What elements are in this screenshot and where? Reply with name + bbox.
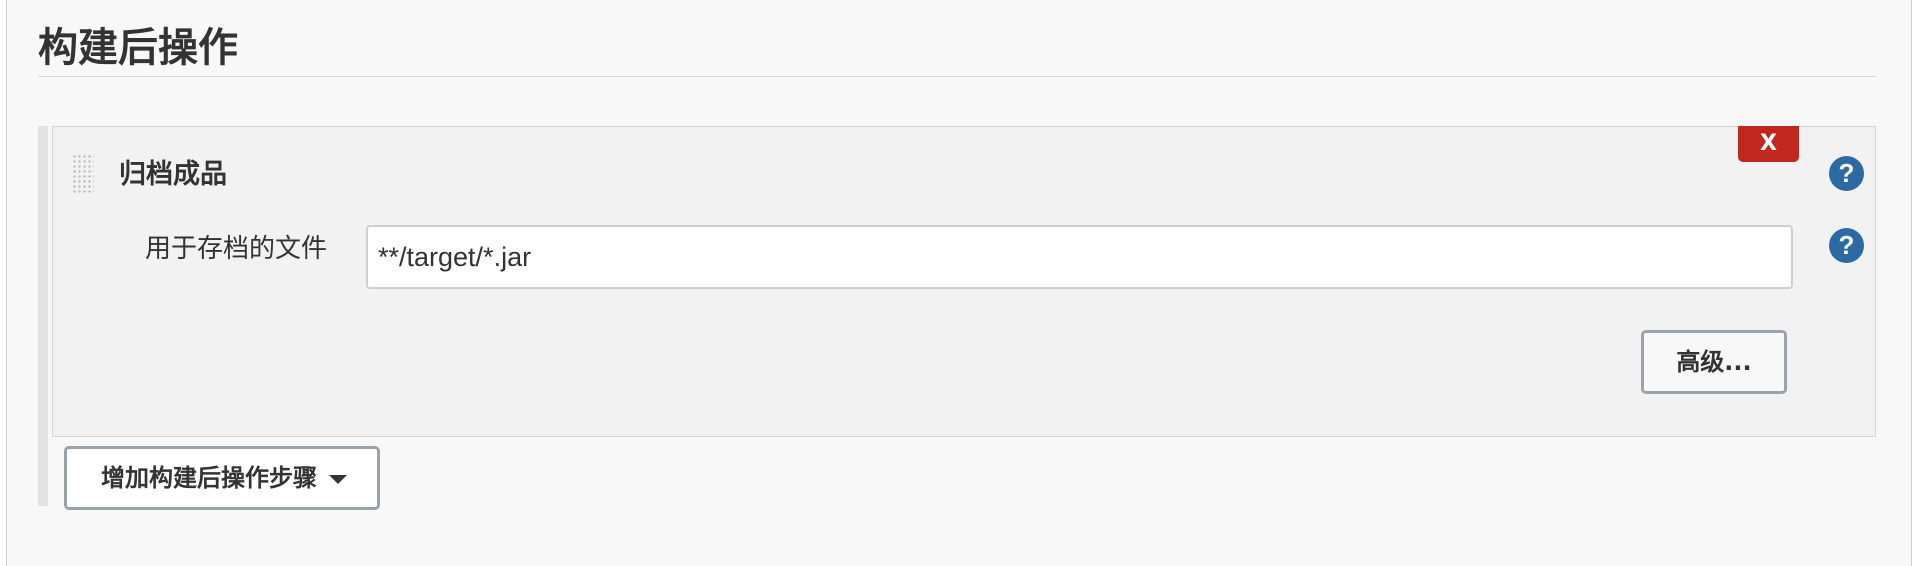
add-post-build-step-button[interactable]: 增加构建后操作步骤: [64, 446, 380, 510]
section-title: 构建后操作: [38, 25, 238, 71]
advanced-button[interactable]: 高级...: [1641, 330, 1787, 394]
step-title: 归档成品: [119, 159, 227, 190]
post-build-step-archive: 归档成品 X 用于存档的文件 高级...: [52, 126, 1876, 437]
delete-step-button[interactable]: X: [1738, 126, 1799, 162]
caret-down-icon: [329, 474, 347, 484]
section-divider: [38, 76, 1877, 77]
help-icon[interactable]: ?: [1829, 228, 1864, 263]
page-container: 构建后操作 归档成品 X 用于存档的文件 高级... ? ? 增加构建后操作步骤: [6, 0, 1912, 566]
add-step-label: 增加构建后操作步骤: [101, 464, 317, 492]
drag-handle-icon[interactable]: [72, 154, 94, 194]
section-left-bar: [38, 126, 48, 506]
files-to-archive-input[interactable]: [366, 225, 1793, 289]
help-icon[interactable]: ?: [1829, 156, 1864, 191]
files-to-archive-label: 用于存档的文件: [145, 234, 328, 264]
